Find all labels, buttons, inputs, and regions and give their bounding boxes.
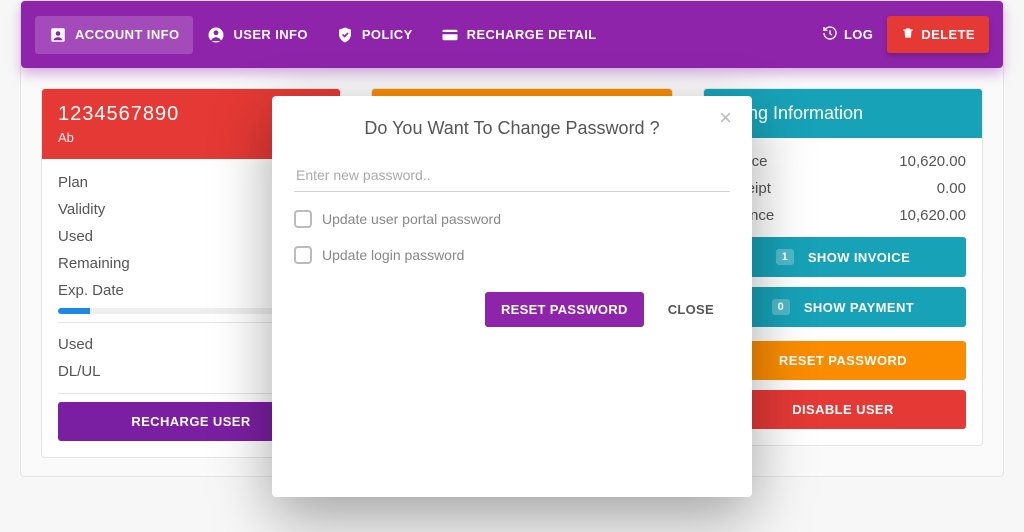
close-icon: × <box>719 105 732 130</box>
disable-user-label: DISABLE USER <box>792 402 894 417</box>
modal-reset-label: RESET PASSWORD <box>501 302 628 317</box>
validity-label: Validity <box>58 201 105 218</box>
tab-recharge-detail[interactable]: RECHARGE DETAIL <box>427 16 611 54</box>
history-icon <box>822 25 838 44</box>
dlul-label: DL/UL <box>58 363 101 380</box>
checkbox-label: Update login password <box>322 247 464 263</box>
show-payment-button[interactable]: 0 SHOW PAYMENT <box>720 287 966 327</box>
checkbox-login-password[interactable]: Update login password <box>294 246 730 264</box>
show-payment-label: SHOW PAYMENT <box>804 300 914 315</box>
log-label: LOG <box>844 27 873 42</box>
modal-close-x[interactable]: × <box>713 106 738 130</box>
user-circle-icon <box>207 26 225 44</box>
trash-icon <box>901 26 915 43</box>
topbar: ACCOUNT INFO USER INFO POLICY RECHARGE D… <box>21 1 1003 68</box>
recharge-user-label: RECHARGE USER <box>131 414 250 429</box>
tab-label: ACCOUNT INFO <box>75 27 179 42</box>
modal-close-button[interactable]: CLOSE <box>652 292 730 327</box>
used-label: Used <box>58 228 93 245</box>
invoice-value: 10,620.00 <box>899 153 966 170</box>
reset-password-label: RESET PASSWORD <box>779 353 907 368</box>
tab-user-info[interactable]: USER INFO <box>193 16 321 54</box>
checkbox-icon <box>294 210 312 228</box>
payment-count: 0 <box>772 299 790 315</box>
used2-label: Used <box>58 336 93 353</box>
remaining-label: Remaining <box>58 255 130 272</box>
modal-close-label: CLOSE <box>668 302 714 317</box>
shield-check-icon <box>336 26 354 44</box>
new-password-input[interactable] <box>294 159 730 192</box>
modal-title: Do You Want To Change Password ? <box>294 118 730 139</box>
invoice-count: 1 <box>776 249 794 265</box>
tab-label: USER INFO <box>233 27 307 42</box>
balance-value: 10,620.00 <box>899 207 966 224</box>
checkbox-portal-password[interactable]: Update user portal password <box>294 210 730 228</box>
plan-label: Plan <box>58 174 88 191</box>
log-button[interactable]: LOG <box>808 15 887 54</box>
reset-password-button[interactable]: RESET PASSWORD <box>720 341 966 380</box>
disable-user-button[interactable]: DISABLE USER <box>720 390 966 429</box>
show-invoice-label: SHOW INVOICE <box>808 250 910 265</box>
tab-account-info[interactable]: ACCOUNT INFO <box>35 16 193 54</box>
tab-label: POLICY <box>362 27 413 42</box>
delete-label: DELETE <box>921 27 975 42</box>
receipt-value: 0.00 <box>937 180 966 197</box>
show-invoice-button[interactable]: 1 SHOW INVOICE <box>720 237 966 277</box>
checkbox-label: Update user portal password <box>322 211 501 227</box>
change-password-modal: × Do You Want To Change Password ? Updat… <box>272 96 752 497</box>
credit-card-icon <box>441 26 459 44</box>
exp-date-label: Exp. Date <box>58 282 124 299</box>
modal-reset-button[interactable]: RESET PASSWORD <box>485 292 644 327</box>
checkbox-icon <box>294 246 312 264</box>
tab-label: RECHARGE DETAIL <box>467 27 597 42</box>
account-box-icon <box>49 26 67 44</box>
delete-button[interactable]: DELETE <box>887 16 989 53</box>
tab-policy[interactable]: POLICY <box>322 16 427 54</box>
